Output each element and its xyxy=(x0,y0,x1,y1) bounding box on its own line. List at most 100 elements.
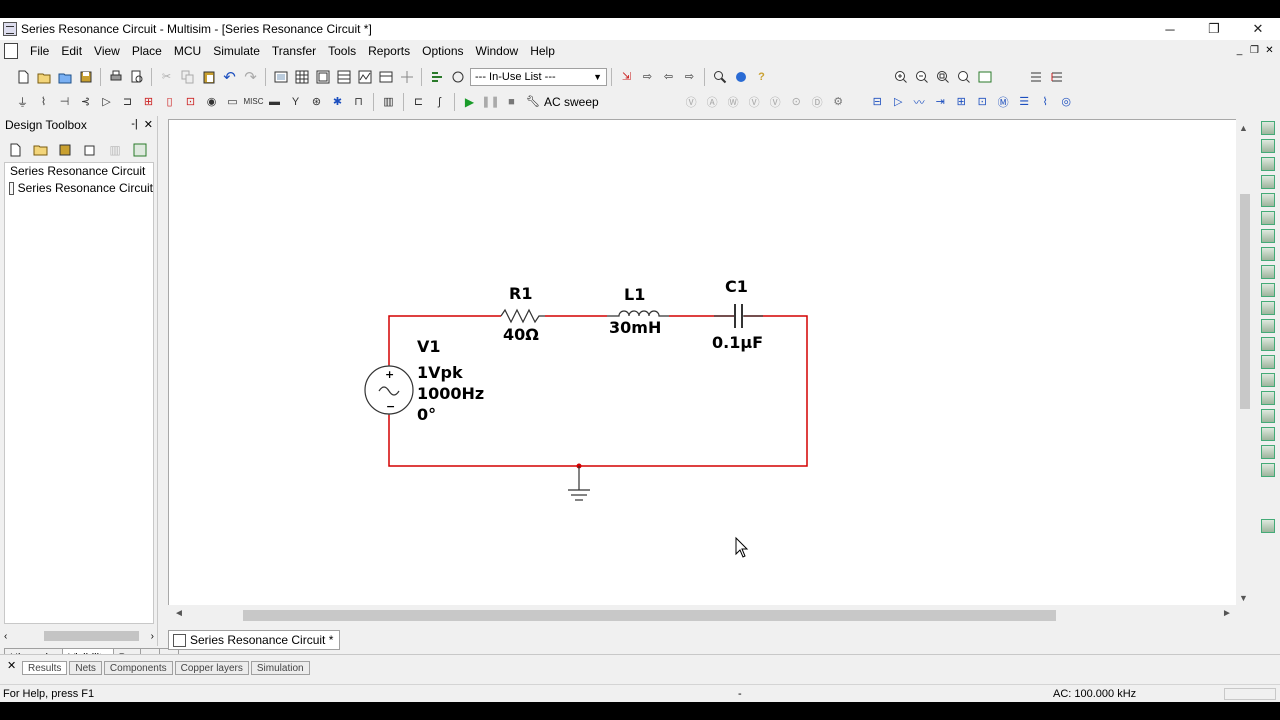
place-misc-digital-icon[interactable]: ▯ xyxy=(160,92,179,111)
scroll-down-icon[interactable]: ▼ xyxy=(1239,593,1248,603)
menu-edit[interactable]: Edit xyxy=(55,44,88,58)
close-spreadsheet-icon[interactable]: ✕ xyxy=(7,659,16,672)
copy-icon[interactable] xyxy=(178,67,197,86)
place-ni-icon[interactable]: ✱ xyxy=(328,92,347,111)
project-packing-icon[interactable] xyxy=(131,142,149,158)
pin-icon[interactable]: -| xyxy=(131,118,138,131)
undo-icon[interactable]: ↶ xyxy=(220,67,239,86)
place-transistor-icon[interactable]: ⊰ xyxy=(76,92,95,111)
show-border-icon[interactable] xyxy=(313,67,332,86)
tab-series-resonance-circuit[interactable]: Series Resonance Circuit * xyxy=(168,630,341,650)
menu-place[interactable]: Place xyxy=(126,44,168,58)
probe-diff-voltage-icon[interactable]: Ⓥ xyxy=(745,92,764,111)
agilent-multimeter-icon[interactable] xyxy=(1261,391,1275,405)
tab-simulation[interactable]: Simulation xyxy=(250,661,310,675)
zoom-sheet-icon[interactable] xyxy=(954,67,973,86)
capacitor-c1[interactable] xyxy=(714,304,763,328)
erc-icon[interactable]: ⇲ xyxy=(617,67,636,86)
help-icon[interactable]: ? xyxy=(752,67,771,86)
menu-tools[interactable]: Tools xyxy=(322,44,362,58)
canvas-vertical-scrollbar[interactable]: ▲ ▼ xyxy=(1236,119,1254,625)
agilent-generator-icon[interactable] xyxy=(1261,373,1275,387)
network-analyzer-icon[interactable] xyxy=(1261,355,1275,369)
multisim-app-icon[interactable] xyxy=(3,22,17,36)
place-advanced-peripherals-icon[interactable]: ▬ xyxy=(265,92,284,111)
zoom-area-icon[interactable] xyxy=(933,67,952,86)
show-grid-icon[interactable] xyxy=(292,67,311,86)
place-electromechanical-icon[interactable]: ⊛ xyxy=(307,92,326,111)
iv-analyzer-icon[interactable] xyxy=(1261,301,1275,315)
zoom-in-icon[interactable] xyxy=(891,67,910,86)
place-ttl-icon[interactable]: ⊐ xyxy=(118,92,137,111)
grapher-icon[interactable] xyxy=(355,67,374,86)
spectrum-analyzer-icon[interactable] xyxy=(1261,337,1275,351)
tektronix-oscilloscope-icon[interactable] xyxy=(1261,427,1275,441)
place-diode-icon[interactable]: ⊣ xyxy=(55,92,74,111)
menu-reports[interactable]: Reports xyxy=(362,44,416,58)
paste-icon[interactable] xyxy=(199,67,218,86)
place-rf-icon[interactable]: Y xyxy=(286,92,305,111)
ac-source-v1[interactable]: + − xyxy=(364,365,414,415)
instrument-group-3-icon[interactable]: ⇥ xyxy=(931,92,950,111)
probe-ref-icon[interactable]: ⊙ xyxy=(787,92,806,111)
multimeter-icon[interactable] xyxy=(1261,121,1275,135)
probe-settings-icon[interactable]: ⚙ xyxy=(829,92,848,111)
instrument-group-8-icon[interactable]: ⌇ xyxy=(1036,92,1055,111)
bode-plotter-icon[interactable] xyxy=(1261,211,1275,225)
schematic-canvas[interactable]: + − V1 1Vpk 1000Hz 0° R1 40Ω L1 30mH C1 … xyxy=(168,119,1254,625)
toolbox-scroll-thumb[interactable] xyxy=(44,631,139,641)
menu-transfer[interactable]: Transfer xyxy=(266,44,322,58)
place-indicator-icon[interactable]: ◉ xyxy=(202,92,221,111)
spreadsheet-view-icon[interactable] xyxy=(334,67,353,86)
probe-voltage-icon[interactable]: Ⓥ xyxy=(682,92,701,111)
place-analog-icon[interactable]: ▷ xyxy=(97,92,116,111)
scroll-left-icon[interactable]: ◄ xyxy=(174,608,184,619)
vertical-scroll-thumb[interactable] xyxy=(1240,194,1250,409)
menu-options[interactable]: Options xyxy=(416,44,469,58)
function-generator-icon[interactable] xyxy=(1261,139,1275,153)
place-connector-icon[interactable]: ⊓ xyxy=(349,92,368,111)
resize-grip-icon[interactable] xyxy=(1224,688,1276,700)
toolbox-scrollbar[interactable]: ‹ › xyxy=(4,628,154,644)
instrument-group-9-icon[interactable]: ◎ xyxy=(1057,92,1076,111)
wattmeter-icon[interactable] xyxy=(1261,157,1275,171)
menu-file[interactable]: File xyxy=(24,44,55,58)
save-design-icon[interactable] xyxy=(56,142,74,158)
ground-symbol[interactable] xyxy=(568,466,590,501)
close-design-icon[interactable] xyxy=(81,142,99,158)
community-icon[interactable] xyxy=(731,67,750,86)
distortion-analyzer-icon[interactable] xyxy=(1261,319,1275,333)
toggle-fullscreen-icon[interactable] xyxy=(271,67,290,86)
tab-copper-layers[interactable]: Copper layers xyxy=(174,661,249,675)
find-examples-icon[interactable] xyxy=(710,67,729,86)
instrument-group-1-icon[interactable]: ▷ xyxy=(889,92,908,111)
instrument-group-2-icon[interactable]: 〰 xyxy=(910,92,929,111)
align-right-icon[interactable] xyxy=(1047,67,1066,86)
word-generator-icon[interactable] xyxy=(1261,247,1275,261)
instrument-group-7-icon[interactable]: ☰ xyxy=(1015,92,1034,111)
current-probe-icon[interactable] xyxy=(1261,519,1275,533)
scroll-up-icon[interactable]: ▲ xyxy=(1239,123,1248,133)
place-mixed-icon[interactable]: ⊡ xyxy=(181,92,200,111)
print-preview-icon[interactable] xyxy=(127,67,146,86)
minimize-button[interactable]: ─ xyxy=(1148,18,1192,40)
database-manager-icon[interactable] xyxy=(376,67,395,86)
mdi-close-button[interactable]: ✕ xyxy=(1263,43,1276,57)
place-power-icon[interactable]: ▭ xyxy=(223,92,242,111)
pause-simulation-icon[interactable]: ❚❚ xyxy=(481,92,500,111)
print-icon[interactable] xyxy=(106,67,125,86)
probe-voltage-current-icon[interactable]: Ⓥ xyxy=(766,92,785,111)
in-use-list-dropdown[interactable]: --- In-Use List --- ▼ xyxy=(470,67,607,86)
labview-instrument-icon[interactable] xyxy=(1261,445,1275,459)
oscilloscope-icon[interactable] xyxy=(1261,175,1275,189)
place-bus-icon[interactable]: ʃ xyxy=(430,92,449,111)
logic-analyzer-icon[interactable] xyxy=(1261,283,1275,297)
component-list-icon[interactable] xyxy=(427,67,446,86)
tab-results[interactable]: Results xyxy=(22,661,68,675)
place-source-icon[interactable]: ⏚ xyxy=(13,92,32,111)
transfer-to-layout-icon[interactable]: ⇨ xyxy=(638,67,657,86)
place-cmos-icon[interactable]: ⊞ xyxy=(139,92,158,111)
redo-icon[interactable]: ↷ xyxy=(241,67,260,86)
new-file-icon[interactable] xyxy=(13,67,32,86)
tree-root-item[interactable]: Series Resonance Circuit xyxy=(5,163,153,180)
